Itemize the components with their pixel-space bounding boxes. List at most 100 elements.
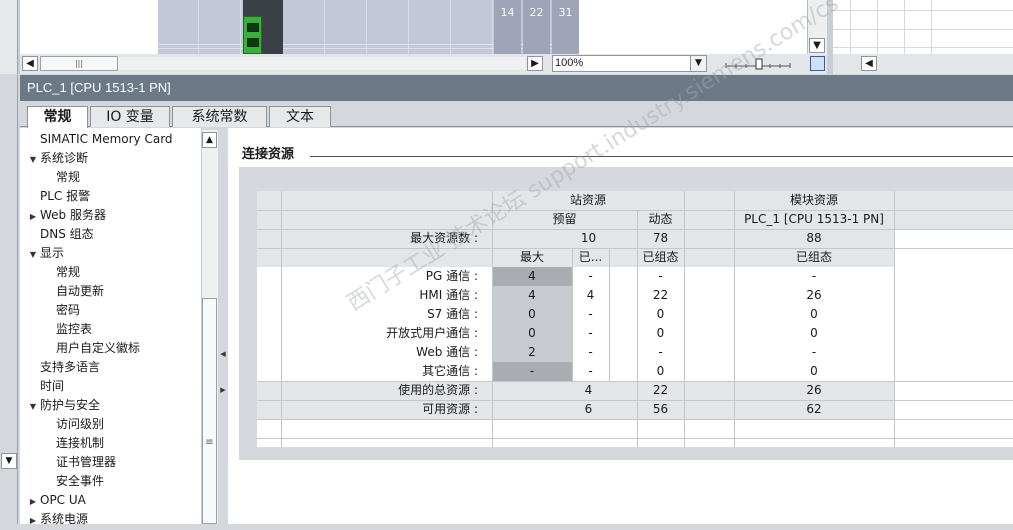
- nav-item[interactable]: ▶ 系统电源: [26, 510, 88, 529]
- left-scrollbar[interactable]: [0, 0, 18, 74]
- collapse-icon: ▶: [29, 497, 37, 506]
- max-resources-label: 最大资源数 :: [281, 229, 492, 248]
- scroll-left-icon[interactable]: ◀: [22, 56, 38, 71]
- ethernet-port-icon: [247, 38, 259, 47]
- nav-item[interactable]: 时间: [26, 377, 64, 396]
- used-cell: -: [588, 269, 593, 283]
- rack-slot[interactable]: [158, 0, 199, 54]
- nav-item[interactable]: SIMATIC Memory Card: [26, 130, 173, 149]
- inspector-title: PLC_1 [CPU 1513-1 PN]: [20, 75, 1013, 101]
- nav-item[interactable]: 连接机制: [42, 434, 104, 453]
- nav-item[interactable]: ▶ Web 服务器: [26, 206, 106, 225]
- nav-item[interactable]: ▼ 显示: [26, 244, 64, 263]
- scroll-down-icon[interactable]: ▼: [809, 38, 825, 53]
- module-cell: -: [811, 269, 817, 283]
- nav-item[interactable]: 监控表: [42, 320, 92, 339]
- nav-item[interactable]: 常规: [42, 168, 80, 187]
- header-module-resources: 模块资源: [734, 191, 894, 210]
- max-cell[interactable]: 2: [492, 343, 572, 362]
- nav-item[interactable]: 常规: [42, 263, 80, 282]
- total-used-value: 4: [492, 381, 637, 400]
- max-cell[interactable]: 4: [492, 267, 572, 286]
- used-cell: -: [588, 307, 593, 321]
- nav-item[interactable]: ▼ 系统诊断: [26, 149, 88, 168]
- dynamic-cell: 0: [656, 364, 665, 378]
- zoom-select[interactable]: 100%: [552, 55, 707, 72]
- nav-item[interactable]: 用户自定义徽标: [42, 339, 140, 358]
- used-cell: -: [588, 345, 593, 359]
- tab-texts[interactable]: 文本: [269, 106, 331, 127]
- col-max-header: 最大: [492, 248, 572, 267]
- nav-item[interactable]: 密码: [42, 301, 80, 320]
- rack-slot[interactable]: [452, 0, 493, 54]
- module-cell: 0: [810, 364, 818, 378]
- row-label: 开放式用户通信 :: [386, 326, 478, 340]
- nav-item[interactable]: 自动更新: [42, 282, 104, 301]
- max-cell[interactable]: 4: [492, 286, 572, 305]
- overview-hbar: [833, 54, 1013, 74]
- dynamic-cell: 0: [656, 326, 665, 340]
- subheader-module-name: PLC_1 [CPU 1513-1 PN]: [734, 210, 894, 229]
- scroll-up-icon[interactable]: ▲: [202, 132, 217, 148]
- nav-item[interactable]: DNS 组态: [26, 225, 94, 244]
- section-title: 连接资源: [242, 143, 301, 162]
- dynamic-cell: -: [658, 269, 663, 283]
- cpu-ethernet-ports: [243, 16, 262, 54]
- fit-to-window-icon[interactable]: [810, 56, 825, 71]
- max-cell[interactable]: -: [492, 362, 572, 381]
- nav-tree: SIMATIC Memory Card ▼ 系统诊断 常规 PLC 报警 ▶ Web…: [20, 128, 202, 526]
- tab-general[interactable]: 常规: [27, 106, 88, 128]
- nav-item[interactable]: 支持多语言: [26, 358, 100, 377]
- used-cell: -: [588, 364, 593, 378]
- collapse-left-icon[interactable]: ◀: [220, 350, 226, 358]
- max-cell[interactable]: 0: [492, 305, 572, 324]
- slot-number: 14: [494, 0, 521, 54]
- dynamic-cell: 0: [656, 307, 665, 321]
- nav-item[interactable]: PLC 报警: [26, 187, 90, 206]
- rack-slot[interactable]: [368, 0, 409, 54]
- rack-slot[interactable]: [326, 0, 367, 54]
- module-cell: 26: [806, 288, 822, 302]
- rack-slot[interactable]: [284, 0, 325, 54]
- nav-item[interactable]: ▼ 防护与安全: [26, 396, 100, 415]
- tab-system-constants[interactable]: 系统常数: [172, 106, 267, 127]
- total-dynamic-value: 22: [637, 381, 684, 400]
- row-label: S7 通信 :: [427, 307, 478, 321]
- rack-slot[interactable]: [410, 0, 451, 54]
- nav-item[interactable]: 访问级别: [42, 415, 104, 434]
- hscroll-track[interactable]: [118, 57, 526, 70]
- collapse-icon: ▶: [29, 516, 37, 525]
- panel-splitter[interactable]: [219, 128, 227, 524]
- rack: 14 22 31: [158, 0, 579, 54]
- tab-io-tags[interactable]: IO 变量: [90, 106, 170, 127]
- dynamic-cell: 22: [652, 288, 669, 302]
- overview-panel: [833, 0, 1013, 54]
- rack-slot[interactable]: [200, 0, 241, 54]
- chevron-down-icon[interactable]: ▼: [1, 453, 17, 469]
- available-module-value: 62: [734, 400, 894, 419]
- expand-icon: ▼: [29, 250, 37, 259]
- nav-item[interactable]: 安全事件: [42, 472, 104, 491]
- chevron-down-icon[interactable]: ▼: [690, 56, 706, 71]
- expand-right-icon[interactable]: ▶: [220, 386, 226, 394]
- slot-number: 22: [523, 0, 550, 54]
- available-dynamic-value: 56: [637, 400, 684, 419]
- nav-item[interactable]: ▶ OPC UA: [26, 491, 86, 510]
- slot-number: 31: [552, 0, 579, 54]
- hscroll-thumb[interactable]: |||: [40, 56, 118, 71]
- subheader-dynamic: 动态: [637, 210, 684, 229]
- row-label: PG 通信 :: [425, 269, 478, 283]
- scroll-left-icon[interactable]: ◀: [861, 56, 877, 71]
- nav-vscroll-thumb[interactable]: ≡: [202, 298, 217, 524]
- module-cell: 0: [810, 326, 818, 340]
- section-divider: [310, 156, 1013, 157]
- col-used-header: 已...: [572, 248, 609, 267]
- max-cell[interactable]: 0: [492, 324, 572, 343]
- nav-item[interactable]: 证书管理器: [42, 453, 116, 472]
- col-module-configured-header: 已组态: [734, 248, 894, 267]
- available-value: 6: [492, 400, 637, 419]
- zoom-slider[interactable]: [724, 57, 792, 71]
- scroll-right-icon[interactable]: ▶: [527, 56, 543, 71]
- row-label: Web 通信 :: [416, 345, 478, 359]
- row-label: HMI 通信 :: [419, 288, 478, 302]
